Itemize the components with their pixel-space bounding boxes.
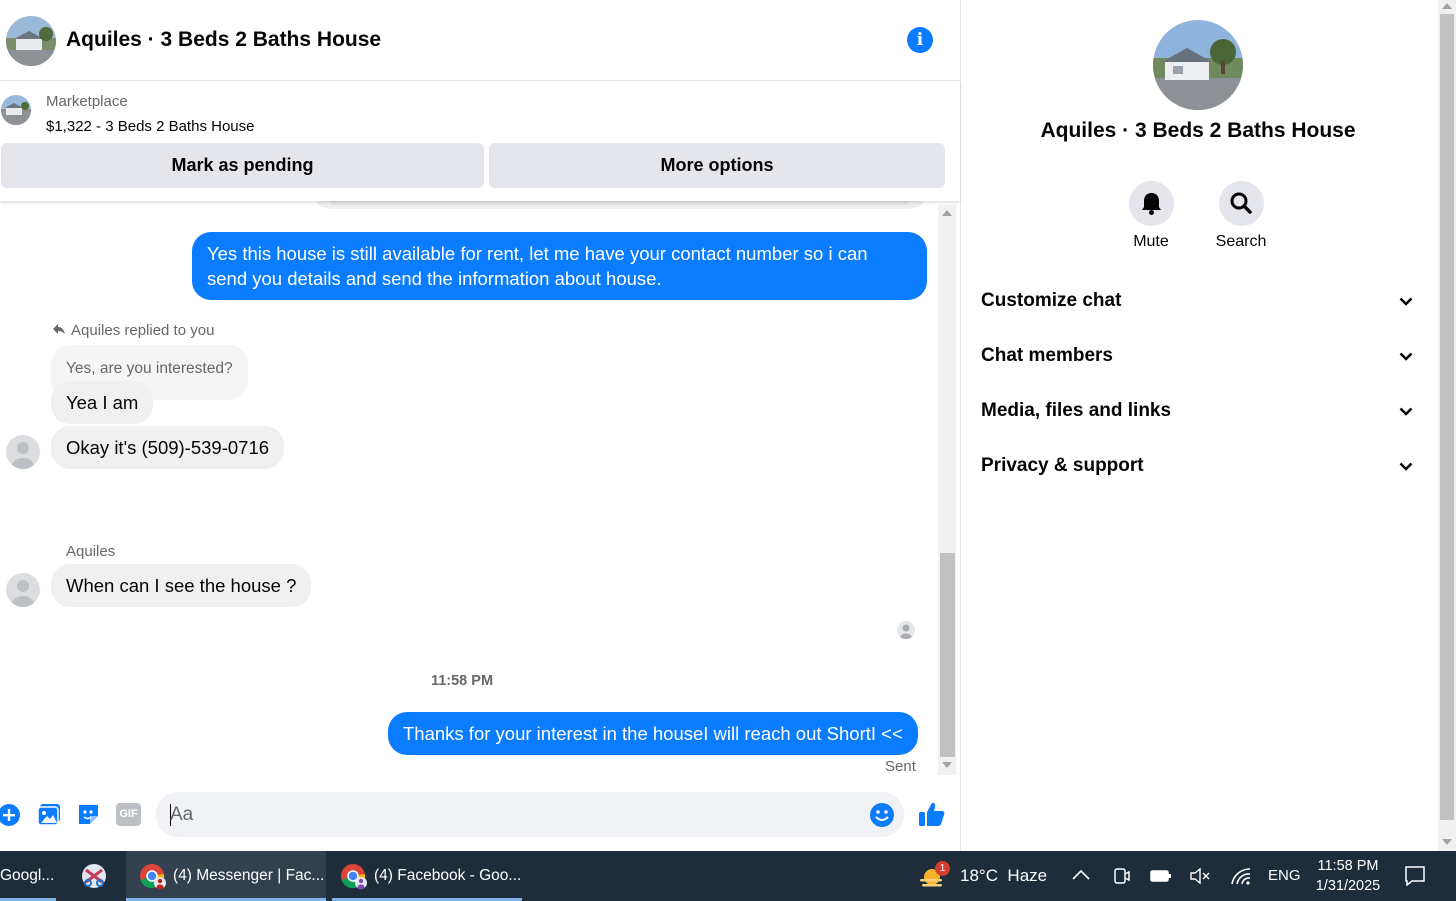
taskbar-app-label: Googl... bbox=[0, 867, 55, 884]
section-customize-chat[interactable]: Customize chat bbox=[981, 290, 1421, 320]
sender-avatar[interactable] bbox=[6, 435, 40, 469]
sticker-icon[interactable] bbox=[76, 802, 101, 827]
page-scroll-down-icon[interactable] bbox=[1442, 839, 1452, 845]
conversation-avatar[interactable] bbox=[1153, 20, 1243, 110]
plus-icon[interactable] bbox=[0, 802, 22, 828]
wifi-icon[interactable] bbox=[1230, 866, 1252, 891]
emoji-icon[interactable] bbox=[869, 802, 895, 828]
scroll-up-icon[interactable] bbox=[942, 210, 952, 216]
mute-label: Mute bbox=[1133, 233, 1169, 250]
section-media-files-links[interactable]: Media, files and links bbox=[981, 400, 1421, 430]
seen-avatar bbox=[897, 621, 915, 639]
mark-as-pending-button[interactable]: Mark as pending bbox=[1, 143, 484, 188]
conversation-title: Aquiles · 3 Beds 2 Baths House bbox=[1040, 119, 1356, 142]
more-options-button[interactable]: More options bbox=[489, 143, 945, 188]
marketplace-panel: Marketplace $1,322 - 3 Beds 2 Baths Hous… bbox=[0, 81, 960, 201]
taskbar-app-messenger: (4) Messenger | Fac... bbox=[173, 867, 325, 884]
message-timestamp: 11:58 PM bbox=[430, 673, 494, 689]
sender-name: Aquiles bbox=[66, 543, 116, 560]
sent-status: Sent bbox=[885, 758, 916, 775]
reply-note: Aquiles replied to you bbox=[71, 322, 215, 339]
incoming-message[interactable]: When can I see the house ? bbox=[51, 564, 312, 607]
section-privacy-support[interactable]: Privacy & support bbox=[981, 455, 1421, 485]
chevron-down-icon bbox=[1399, 352, 1413, 361]
message-input-placeholder: Aa bbox=[170, 804, 194, 825]
weather-badge: 1 bbox=[935, 861, 950, 876]
taskbar: Googl... (4) Messenger | Fac... (4) Face… bbox=[0, 851, 1456, 901]
listing-thumbnail[interactable] bbox=[1, 95, 31, 125]
chevron-down-icon bbox=[1399, 297, 1413, 306]
search-in-conversation-button[interactable] bbox=[1219, 181, 1264, 226]
message-list: Yes this house is still available for re… bbox=[0, 201, 936, 776]
sender-avatar[interactable] bbox=[6, 573, 40, 607]
chat-header: Aquiles · 3 Beds 2 Baths House i bbox=[0, 0, 960, 81]
input-language[interactable]: ENG bbox=[1268, 851, 1301, 901]
chat-avatar[interactable] bbox=[6, 16, 56, 66]
clock-date: 1/31/2025 bbox=[1315, 878, 1381, 894]
incoming-message[interactable]: Yea I am bbox=[51, 381, 154, 424]
mute-button[interactable] bbox=[1129, 181, 1174, 226]
info-icon[interactable]: i bbox=[907, 27, 933, 53]
page-scrollbar-thumb[interactable] bbox=[1440, 14, 1454, 820]
search-icon bbox=[1230, 192, 1252, 214]
chrome-icon bbox=[139, 863, 167, 891]
system-clock[interactable]: 11:58 PM 1/31/2025 bbox=[1308, 856, 1388, 896]
chevron-down-icon bbox=[1399, 462, 1413, 471]
section-chat-members[interactable]: Chat members bbox=[981, 345, 1421, 375]
page-scroll-up-icon[interactable] bbox=[1442, 3, 1452, 9]
chevron-down-icon bbox=[1399, 407, 1413, 416]
bell-icon bbox=[1142, 193, 1161, 215]
thumbs-up-icon[interactable] bbox=[918, 800, 946, 828]
previous-message-quote bbox=[330, 201, 908, 205]
section-label: Media, files and links bbox=[981, 400, 1172, 421]
message-scrollbar-thumb[interactable] bbox=[940, 553, 955, 757]
search-label: Search bbox=[1215, 233, 1267, 250]
taskbar-app-facebook[interactable]: (4) Facebook - Goo... bbox=[374, 851, 521, 901]
incoming-message-phone[interactable]: Okay it's (509)-539-0716 bbox=[51, 426, 285, 469]
photo-icon[interactable] bbox=[37, 802, 61, 827]
scroll-down-icon[interactable] bbox=[942, 762, 952, 768]
notifications-icon[interactable] bbox=[1404, 865, 1426, 892]
weather-label[interactable]: 18°C Haze bbox=[960, 851, 1047, 901]
snipping-tool-icon[interactable] bbox=[80, 862, 108, 890]
chrome-icon[interactable] bbox=[340, 863, 368, 891]
taskbar-app-google[interactable]: Googl... bbox=[0, 851, 56, 901]
section-label: Customize chat bbox=[981, 290, 1122, 311]
section-label: Chat members bbox=[981, 345, 1113, 366]
listing-title[interactable]: $1,322 - 3 Beds 2 Baths House bbox=[46, 118, 254, 135]
meet-now-icon[interactable] bbox=[1112, 866, 1132, 891]
speaker-muted-icon[interactable] bbox=[1189, 867, 1211, 890]
reply-arrow-icon bbox=[52, 322, 66, 341]
chat-title[interactable]: Aquiles · 3 Beds 2 Baths House bbox=[66, 28, 381, 52]
outgoing-message[interactable]: Yes this house is still available for re… bbox=[192, 232, 927, 300]
battery-icon[interactable] bbox=[1150, 868, 1172, 889]
chevron-up-icon[interactable] bbox=[1071, 867, 1091, 888]
section-label: Privacy & support bbox=[981, 455, 1144, 476]
message-input[interactable] bbox=[156, 792, 904, 837]
gif-icon[interactable]: GIF bbox=[116, 803, 141, 826]
marketplace-label: Marketplace bbox=[46, 93, 128, 110]
outgoing-message[interactable]: Thanks for your interest in the houseI w… bbox=[388, 712, 918, 755]
clock-time: 11:58 PM bbox=[1317, 858, 1379, 874]
